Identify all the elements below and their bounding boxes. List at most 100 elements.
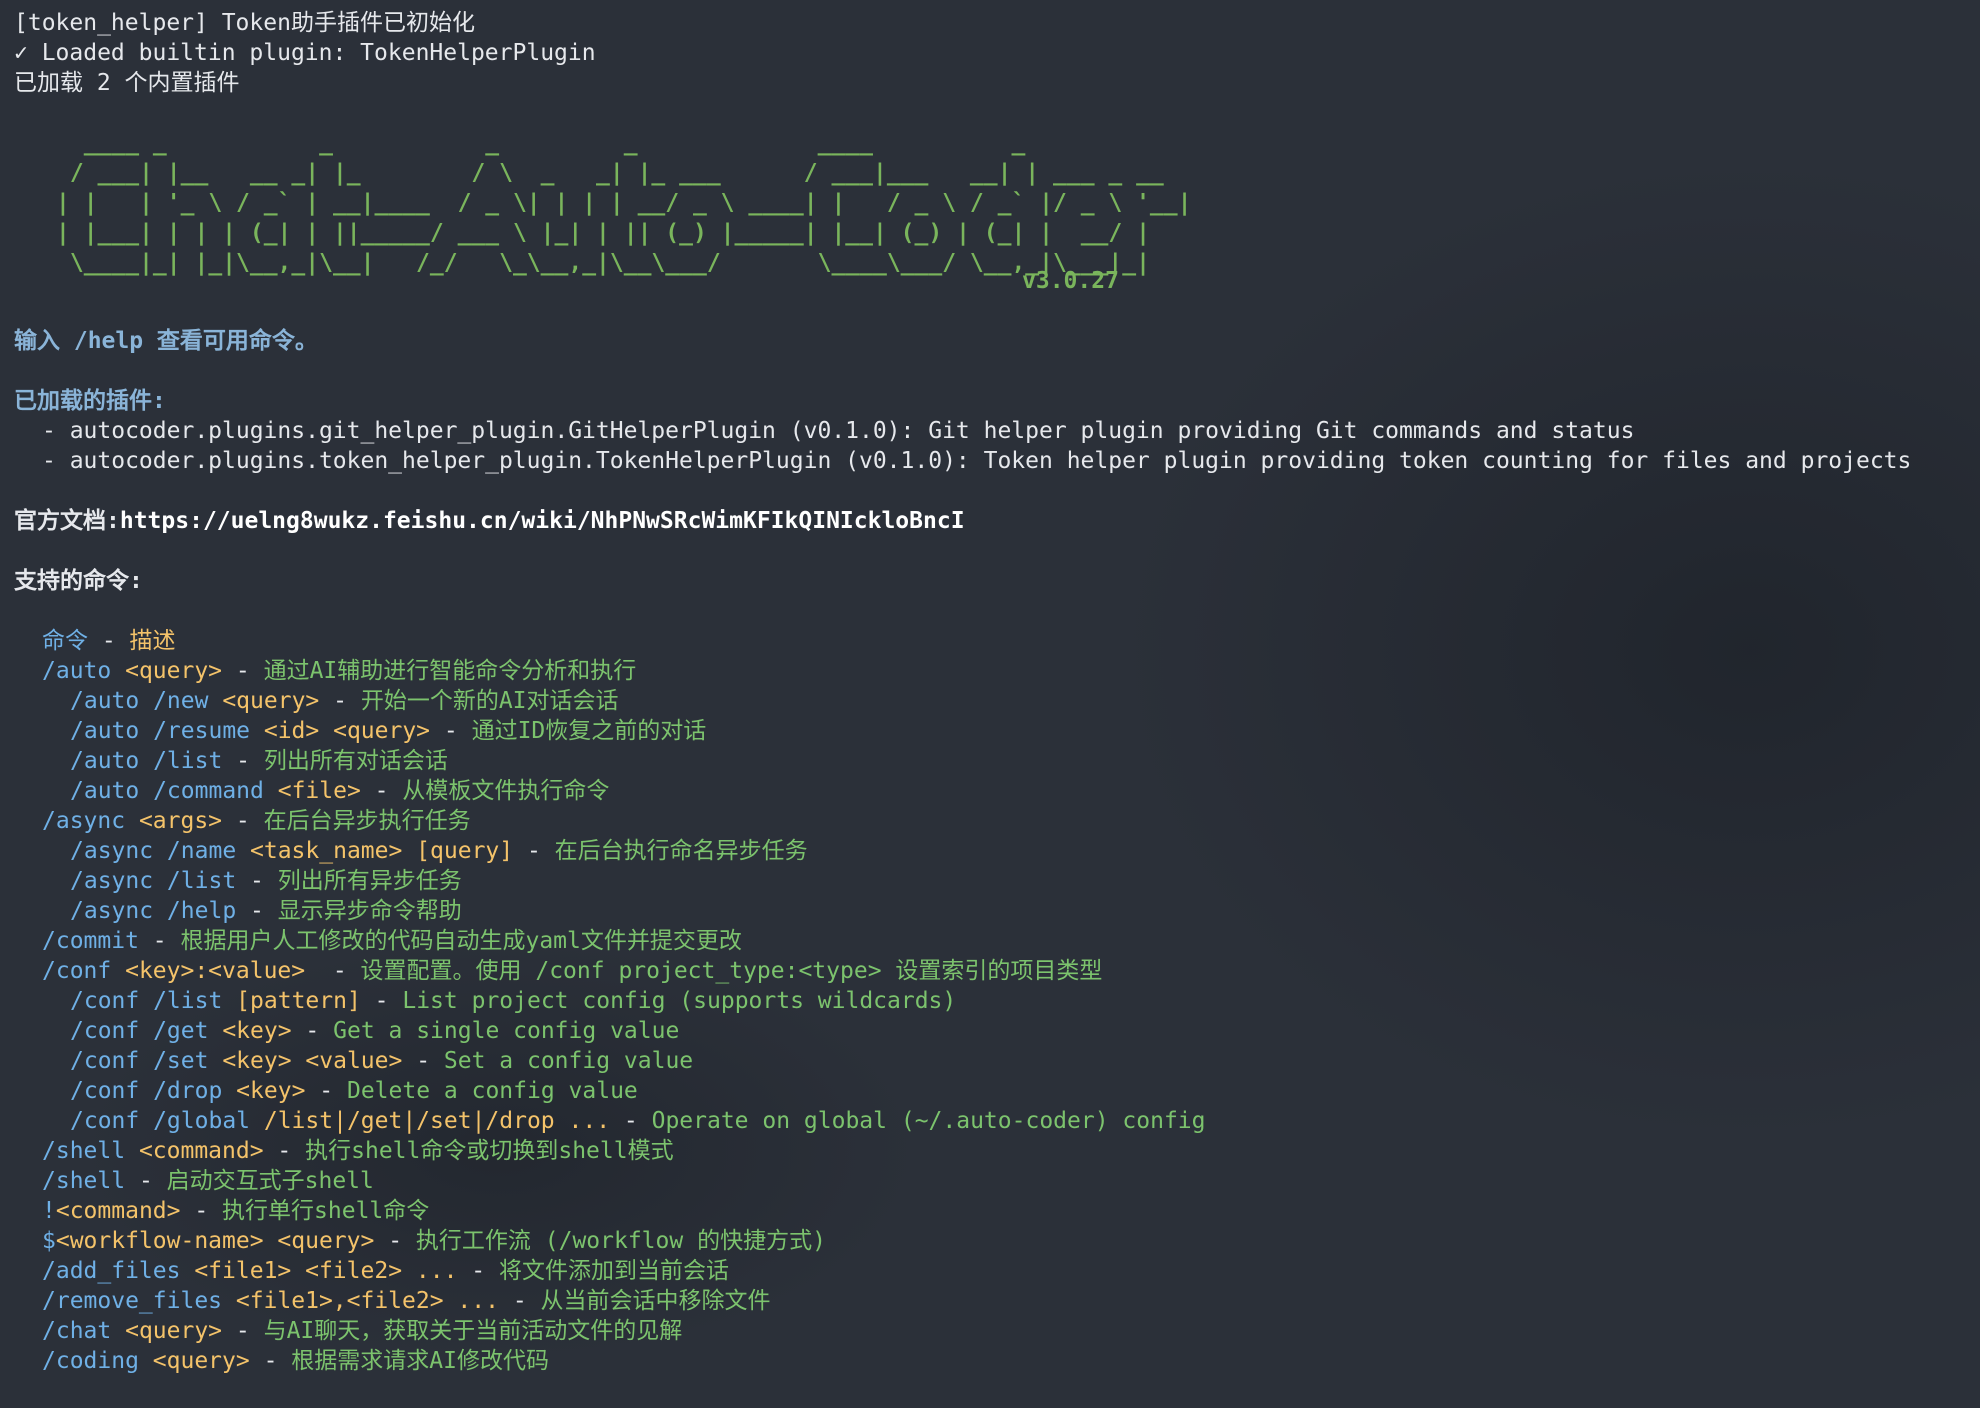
command-row: /conf <key>:<value> - 设置配置。使用 /conf proj…	[14, 956, 1966, 986]
command-args: <file1>,<file2> ...	[222, 1288, 499, 1314]
banner-line: / ___| |__ __ _| |_ / \ _ _| |_ ___ / __…	[56, 160, 1178, 186]
command-args: <command>	[125, 1138, 264, 1164]
command-description: 设置配置。使用 /conf project_type:<type> 设置索引的项…	[360, 958, 1103, 984]
command-row: /coding <query> - 根据需求请求AI修改代码	[14, 1346, 1966, 1376]
command-name: !	[42, 1198, 56, 1224]
command-args: <query>	[111, 658, 223, 684]
command-row: !<command> - 执行单行shell命令	[14, 1196, 1966, 1226]
command-separator: -	[610, 1108, 652, 1134]
command-args: <id> <query>	[250, 718, 431, 744]
init-line: ✓ Loaded builtin plugin: TokenHelperPlug…	[14, 40, 596, 66]
command-name: /conf /global	[70, 1108, 251, 1134]
command-name: /chat	[42, 1318, 112, 1344]
command-row: /commit - 根据用户人工修改的代码自动生成yaml文件并提交更改	[14, 926, 1966, 956]
command-name: /coding	[42, 1348, 139, 1374]
command-row: /async /name <task_name> [query] - 在后台执行…	[14, 836, 1966, 866]
command-name: /async	[42, 808, 126, 834]
command-name: /add_files	[42, 1258, 181, 1284]
command-name: /commit	[42, 928, 139, 954]
command-row: $<workflow-name> <query> - 执行工作流 (/workf…	[14, 1226, 1966, 1256]
command-description: 从当前会话中移除文件	[540, 1288, 771, 1314]
command-description: Get a single config value	[333, 1018, 680, 1044]
command-separator: -	[430, 718, 472, 744]
terminal-window[interactable]: [token_helper] Token助手插件已初始化 ✓ Loaded bu…	[0, 0, 1980, 1408]
command-separator: -	[513, 838, 555, 864]
command-description: 通过ID恢复之前的对话	[471, 718, 707, 744]
command-name: /auto /new	[70, 688, 209, 714]
command-description: 执行工作流 (/workflow 的快捷方式)	[415, 1228, 826, 1254]
command-separator: -	[180, 1198, 223, 1224]
command-row: /auto /resume <id> <query> - 通过ID恢复之前的对话	[14, 716, 1966, 746]
header-command: 命令	[42, 628, 88, 654]
command-args: <key>	[208, 1018, 292, 1044]
command-args: <args>	[125, 808, 223, 834]
command-name: /conf /get	[70, 1018, 209, 1044]
header-description: 描述	[129, 628, 176, 654]
command-args: <file>	[263, 778, 361, 804]
command-name: /shell	[42, 1168, 126, 1194]
command-separator: -	[305, 1078, 347, 1104]
command-separator: -	[138, 928, 181, 954]
command-separator: -	[263, 1138, 306, 1164]
command-separator: -	[222, 748, 264, 774]
command-description: 开始一个新的AI对话会话	[360, 688, 619, 714]
plugins-heading: 已加载的插件:	[14, 388, 166, 414]
command-description: 在后台执行命名异步任务	[554, 838, 808, 864]
command-description: Operate on global (~/.auto-coder) config	[651, 1108, 1206, 1134]
command-row: /conf /set <key> <value> - Set a config …	[14, 1046, 1966, 1076]
command-name: /auto /command	[70, 778, 264, 804]
command-args: <query>	[138, 1348, 250, 1374]
command-description: 执行shell命令或切换到shell模式	[305, 1138, 674, 1164]
command-description: 根据需求请求AI修改代码	[291, 1348, 549, 1374]
command-row: /conf /drop <key> - Delete a config valu…	[14, 1076, 1966, 1106]
command-separator: -	[402, 1048, 444, 1074]
command-args: <key>	[222, 1078, 306, 1104]
command-name: /conf	[42, 958, 112, 984]
command-description: 列出所有异步任务	[277, 868, 462, 894]
command-name: /auto /list	[70, 748, 223, 774]
command-name: /conf /set	[70, 1048, 209, 1074]
command-separator: -	[318, 958, 361, 984]
command-row: /async <args> - 在后台异步执行任务	[14, 806, 1966, 836]
command-name: /conf /list	[70, 988, 223, 1014]
command-name: /auto /resume	[70, 718, 251, 744]
command-args: <command>	[55, 1198, 181, 1224]
command-separator: -	[222, 808, 264, 834]
command-args: /list|/get|/set|/drop ...	[250, 1108, 611, 1134]
command-description: 将文件添加到当前会话	[498, 1258, 729, 1284]
command-separator: -	[498, 1288, 541, 1314]
command-description: 与AI聊天，获取关于当前活动文件的见解	[263, 1318, 683, 1344]
commands-table-header: 命令 - 描述	[14, 626, 1966, 656]
command-row: /shell - 启动交互式子shell	[14, 1166, 1966, 1196]
command-separator: -	[291, 1018, 334, 1044]
command-args: <key> <value>	[208, 1048, 403, 1074]
docs-link[interactable]: https://uelng8wukz.feishu.cn/wiki/NhPNwS…	[120, 508, 965, 534]
command-args: <workflow-name> <query>	[55, 1228, 375, 1254]
command-name: /shell	[42, 1138, 126, 1164]
command-row: /conf /list [pattern] - List project con…	[14, 986, 1966, 1016]
command-separator: -	[222, 1318, 264, 1344]
banner-line: | |___| | | | (_| | ||_____/ ___ \ |_| |…	[56, 220, 1192, 246]
command-row: /async /help - 显示异步命令帮助	[14, 896, 1966, 926]
docs-label: 官方文档:	[14, 508, 120, 534]
command-separator: -	[319, 688, 361, 714]
docs-line: 官方文档:https://uelng8wukz.feishu.cn/wiki/N…	[14, 506, 1966, 536]
command-description: 通过AI辅助进行智能命令分析和执行	[263, 658, 637, 684]
command-description: List project config (supports wildcards)	[402, 988, 957, 1014]
command-args: <task_name> [query]	[236, 838, 514, 864]
command-name: /remove_files	[42, 1288, 223, 1314]
init-line: 已加载 2 个内置插件	[14, 70, 240, 96]
command-description: 执行单行shell命令	[222, 1198, 430, 1224]
command-separator: -	[236, 898, 278, 924]
command-name: /conf /drop	[70, 1078, 223, 1104]
command-name: /auto	[42, 658, 112, 684]
command-row: /async /list - 列出所有异步任务	[14, 866, 1966, 896]
command-description: 根据用户人工修改的代码自动生成yaml文件并提交更改	[180, 928, 742, 954]
command-row: /remove_files <file1>,<file2> ... - 从当前会…	[14, 1286, 1966, 1316]
command-name: /async /name	[70, 838, 237, 864]
command-row: /auto /command <file> - 从模板文件执行命令	[14, 776, 1966, 806]
